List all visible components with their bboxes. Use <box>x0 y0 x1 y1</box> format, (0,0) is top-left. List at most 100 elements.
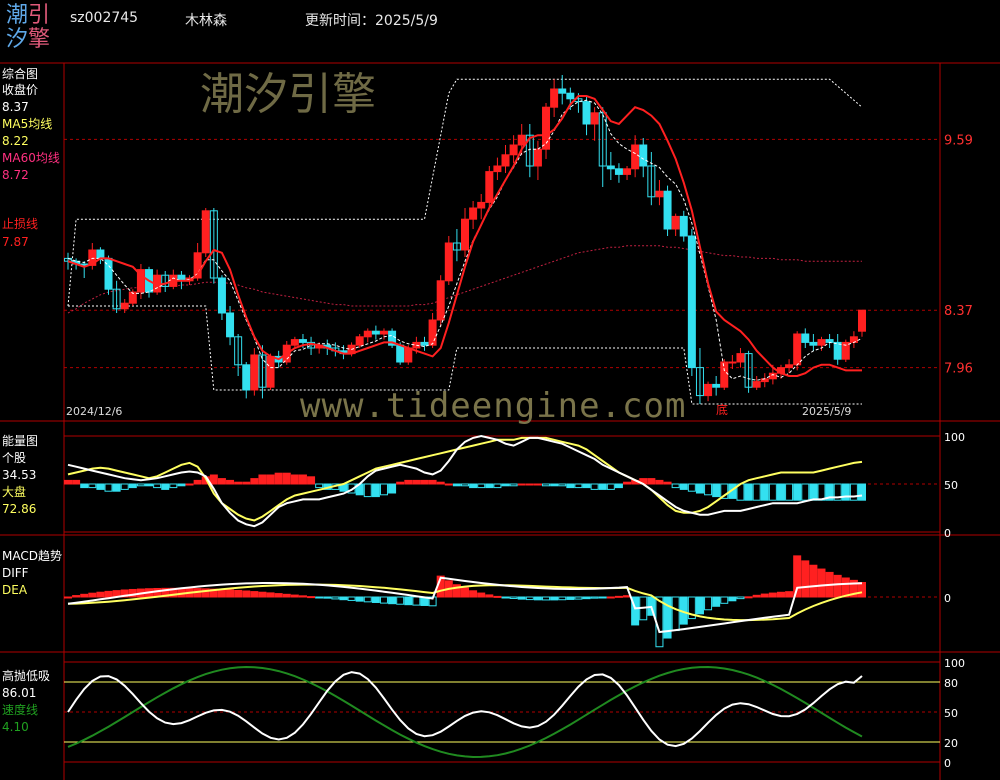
energy-bar <box>525 483 534 486</box>
candle-body <box>639 144 648 167</box>
energy-bar <box>752 483 761 501</box>
energy-bar <box>461 483 469 487</box>
macd-bar <box>388 596 397 605</box>
macd-bar <box>307 596 316 599</box>
macd-bar <box>574 596 583 600</box>
energy-bar <box>776 483 785 501</box>
candle-body <box>793 333 802 366</box>
macd-bar <box>339 596 348 601</box>
energy-stock-value: 34.53 <box>2 468 37 482</box>
energy-bar <box>542 483 551 487</box>
candle-body <box>517 134 526 146</box>
stock-name: 木林森 <box>185 13 227 29</box>
candle-body <box>623 168 632 175</box>
candle-body <box>558 88 567 94</box>
macd-bar <box>371 596 380 603</box>
ma5-label: MA5均线 <box>2 117 53 131</box>
candle-body <box>809 341 818 346</box>
energy-bar <box>655 479 664 485</box>
macd-bar <box>858 581 866 598</box>
energy-bar <box>64 479 72 485</box>
energy-bar <box>145 483 154 487</box>
candle-body <box>493 165 502 173</box>
energy-bar <box>282 472 291 485</box>
energy-bar <box>614 483 623 489</box>
energy-bar <box>647 478 656 485</box>
macd-bar <box>533 596 542 601</box>
price-tick-label: 7.96 <box>944 362 973 377</box>
macd-bar <box>704 596 713 611</box>
candle-body <box>833 341 842 360</box>
candle-body <box>663 190 672 230</box>
energy-bar <box>485 483 494 489</box>
macd-bar <box>274 593 283 598</box>
close-value: 8.37 <box>2 100 29 114</box>
macd-bar <box>598 596 607 599</box>
macd-bar <box>493 595 502 598</box>
energy-bar <box>582 483 591 489</box>
energy-bar <box>226 479 235 485</box>
candle-body <box>371 330 380 335</box>
candle-body <box>582 101 591 125</box>
energy-tick-label: 50 <box>944 479 958 492</box>
candle-body <box>712 383 721 388</box>
macd-bar <box>250 591 259 598</box>
candle-body <box>858 309 866 332</box>
candle-body <box>606 165 615 170</box>
energy-bar <box>315 483 324 489</box>
stock-code: sz002745 <box>70 10 139 26</box>
hilo-speed-value: 4.10 <box>2 720 29 734</box>
brand-logo: 潮引 汐擎 <box>6 3 51 52</box>
energy-bar <box>671 483 680 489</box>
energy-bar <box>72 479 81 485</box>
macd-bar <box>72 595 81 598</box>
energy-bar <box>477 483 486 489</box>
energy-title: 能量图 <box>2 434 39 448</box>
macd-bar <box>712 596 721 607</box>
macd-bar <box>412 596 421 606</box>
macd-bar <box>80 593 89 598</box>
energy-bar <box>687 483 696 492</box>
macd-bar <box>477 592 486 598</box>
hilo-speed-label: 速度线 <box>2 703 39 717</box>
macd-bar <box>355 596 364 602</box>
energy-bar <box>258 474 267 485</box>
macd-bar <box>234 589 243 598</box>
macd-bar <box>801 560 810 598</box>
hilo-tick-label: 0 <box>944 757 951 770</box>
candle-body <box>849 336 858 343</box>
energy-bar <box>493 483 502 489</box>
energy-bar <box>274 472 283 485</box>
candle-body <box>428 319 437 346</box>
energy-bar <box>388 483 397 494</box>
energy-bar <box>623 481 632 485</box>
macd-bar <box>104 590 113 598</box>
macd-bar <box>671 596 680 632</box>
energy-bar <box>104 483 113 492</box>
macd-bar <box>817 568 826 598</box>
candle-body <box>704 383 713 397</box>
energy-bar <box>412 479 421 485</box>
hilo-title: 高抛低吸 <box>2 669 51 683</box>
macd-bar <box>566 596 575 600</box>
energy-bar <box>598 483 607 490</box>
macd-title: MACD趋势 <box>2 549 62 563</box>
hilo-value: 86.01 <box>2 686 37 700</box>
hilo-value-line <box>67 671 863 748</box>
date-end: 2025/5/9 <box>802 405 852 418</box>
macd-tick-label: 0 <box>944 592 951 605</box>
ma60-value: 8.72 <box>2 168 29 182</box>
date-start: 2024/12/6 <box>66 405 123 418</box>
upper-envelope-line <box>67 78 863 307</box>
energy-bar <box>379 483 388 496</box>
main-title: 综合图 <box>2 67 39 81</box>
macd-bar <box>582 596 591 600</box>
macd-bar <box>290 594 299 598</box>
macd-bar <box>752 594 761 598</box>
energy-bar <box>566 483 575 489</box>
candle-body <box>550 88 559 108</box>
energy-bar <box>193 479 202 485</box>
macd-bar <box>469 590 478 598</box>
candle-body <box>679 215 688 237</box>
macd-bar <box>404 596 413 606</box>
